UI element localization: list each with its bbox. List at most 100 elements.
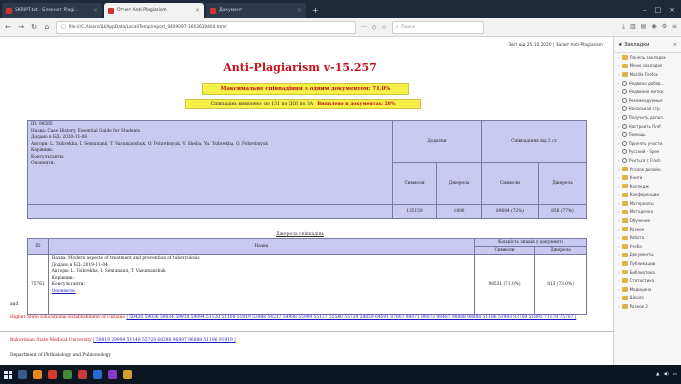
sidebar-item[interactable]: › Получить допол. <box>614 113 681 122</box>
bookmark-star-icon[interactable]: ☆ <box>381 24 386 31</box>
maximize-icon[interactable]: □ <box>655 6 662 14</box>
chevron-right-icon[interactable]: › <box>618 235 620 240</box>
sidebar-item[interactable]: › Работа <box>614 233 681 242</box>
app-icon[interactable] <box>93 370 102 379</box>
chevron-right-icon[interactable]: › <box>618 209 620 214</box>
sidebar-item[interactable]: › Статистика <box>614 276 681 285</box>
search-input[interactable]: ⌕ Поиск <box>391 20 484 34</box>
institution-links[interactable]: | 50420 59036 59034 59918 59994 51120 51… <box>126 315 576 320</box>
sidebar-item[interactable]: › Учиться с Flash <box>614 156 681 165</box>
reload-icon[interactable]: ↻ <box>30 23 38 31</box>
minimize-icon[interactable]: – <box>643 6 647 14</box>
windows-start-icon[interactable] <box>4 370 12 379</box>
chevron-right-icon[interactable]: › <box>618 295 620 300</box>
browser-tab[interactable]: SKRIPT.txt - Блокнот Plagi... × <box>2 3 102 18</box>
firefox-icon[interactable] <box>33 370 42 379</box>
sidebar-item[interactable]: › Рекомендуемые <box>614 96 681 105</box>
extension-icon[interactable]: ◉ <box>651 23 656 31</box>
chevron-right-icon[interactable]: › <box>618 244 620 249</box>
url-bar[interactable]: ▢ file:///C:/Users/Ш/AppData/Local/Temp/… <box>56 20 356 34</box>
chevron-right-icon[interactable]: › <box>618 201 620 206</box>
app-icon[interactable] <box>48 370 57 379</box>
folder-icon[interactable] <box>123 370 132 379</box>
chevron-right-icon[interactable]: › <box>618 167 620 172</box>
pocket-icon[interactable]: ◇ <box>372 24 377 31</box>
sidebar-item[interactable]: › Книги <box>614 173 681 182</box>
sidebar-item[interactable]: › Уголок дизайн. <box>614 165 681 174</box>
sidebar-icon[interactable]: ▤ <box>641 23 647 31</box>
chevron-right-icon[interactable]: › <box>618 149 620 154</box>
library-icon[interactable]: ▥ <box>630 23 636 31</box>
chevron-right-icon[interactable]: › <box>618 278 620 283</box>
sidebar-item[interactable]: › Недавно добав... <box>614 79 681 88</box>
battery-icon[interactable]: ▭ <box>673 372 677 377</box>
sidebar-item[interactable]: › Методичка <box>614 208 681 217</box>
sidebar-item[interactable]: › Школа <box>614 294 681 303</box>
sidebar-item[interactable]: › Колледж <box>614 182 681 191</box>
chevron-right-icon[interactable]: › <box>618 98 620 103</box>
sidebar-item[interactable]: › Mozilla Firefox <box>614 70 681 79</box>
chevron-right-icon[interactable]: › <box>618 81 620 86</box>
search-icon[interactable] <box>18 370 27 379</box>
sidebar-item[interactable]: › Конференции <box>614 191 681 200</box>
app-icon[interactable] <box>108 370 117 379</box>
browser-tab[interactable]: Документ × <box>206 3 306 18</box>
chevron-right-icon[interactable]: › <box>618 124 620 129</box>
chevron-right-icon[interactable]: › <box>618 175 620 180</box>
sidebar-item[interactable]: › Учеба <box>614 242 681 251</box>
close-icon[interactable]: × <box>297 7 302 14</box>
sidebar-item[interactable]: › Библиотека <box>614 268 681 277</box>
chevron-right-icon[interactable]: › <box>618 72 620 77</box>
sidebar-item[interactable]: › Медицина <box>614 285 681 294</box>
network-icon[interactable]: ▲ <box>656 372 659 377</box>
sidebar-item[interactable]: › Материалы <box>614 199 681 208</box>
chevron-right-icon[interactable]: › <box>618 218 620 223</box>
home-icon[interactable]: ⌂ <box>43 23 51 31</box>
chevron-right-icon[interactable]: › <box>618 227 620 232</box>
institution-links[interactable]: | 59819 29999 51148 55728 68286 96897 96… <box>93 338 236 343</box>
sidebar-item[interactable]: › Принять участи. <box>614 139 681 148</box>
download-icon[interactable]: ⤓ <box>622 23 625 31</box>
chevron-right-icon[interactable]: › <box>618 252 620 257</box>
sidebar-item[interactable]: › Недавние метки <box>614 87 681 96</box>
row-info-link[interactable]: Опоненти: <box>52 289 471 296</box>
sidebar-item[interactable]: › Документы <box>614 251 681 260</box>
browser-tab-active[interactable]: Отчет Anti-Plagiarism × <box>104 3 204 18</box>
menu-icon[interactable]: ≡ <box>672 23 677 31</box>
close-icon[interactable]: × <box>195 7 200 14</box>
sidebar-item[interactable]: › Разное <box>614 225 681 234</box>
sidebar-item[interactable]: › Меню закладок <box>614 62 681 71</box>
app-icon[interactable] <box>63 370 72 379</box>
new-tab-button[interactable]: + <box>308 6 323 18</box>
chevron-right-icon[interactable]: › <box>618 115 620 120</box>
chevron-right-icon[interactable]: › <box>618 141 620 146</box>
sidebar-item[interactable]: › Начальная стр. <box>614 105 681 114</box>
chevron-right-icon[interactable]: › <box>618 55 620 60</box>
close-window-icon[interactable]: × <box>669 6 675 14</box>
chevron-right-icon[interactable]: › <box>618 106 620 111</box>
chevron-right-icon[interactable]: › <box>618 184 620 189</box>
close-icon[interactable]: × <box>93 7 98 14</box>
close-icon[interactable]: × <box>673 42 677 48</box>
sidebar-item[interactable]: › Помощь <box>614 130 681 139</box>
sidebar-item[interactable]: › Обучение <box>614 216 681 225</box>
sidebar-item[interactable]: › Публикации <box>614 259 681 268</box>
volume-icon[interactable]: ◀) <box>664 372 669 377</box>
chevron-right-icon[interactable]: › <box>618 261 620 266</box>
sidebar-item[interactable]: › Русский - Spee <box>614 148 681 157</box>
chevron-right-icon[interactable]: › <box>618 304 620 309</box>
chevron-right-icon[interactable]: › <box>618 63 620 68</box>
chevron-right-icon[interactable]: › <box>618 158 620 163</box>
sidebar-item[interactable]: › Панель закладок <box>614 53 681 62</box>
chevron-right-icon[interactable]: › <box>618 192 620 197</box>
chevron-right-icon[interactable]: › <box>618 270 620 275</box>
back-arrow-icon[interactable]: ← <box>4 23 12 31</box>
forward-arrow-icon[interactable]: → <box>17 23 25 31</box>
sidebar-item[interactable]: › Разное 2 <box>614 302 681 311</box>
chevron-right-icon[interactable]: › <box>618 132 620 137</box>
gear-icon[interactable]: ⚙ <box>662 23 667 31</box>
chevron-right-icon[interactable]: › <box>618 89 620 94</box>
app-icon[interactable] <box>78 370 87 379</box>
chevron-right-icon[interactable]: › <box>618 287 620 292</box>
sidebar-item[interactable]: › Настроить Firef. <box>614 122 681 131</box>
